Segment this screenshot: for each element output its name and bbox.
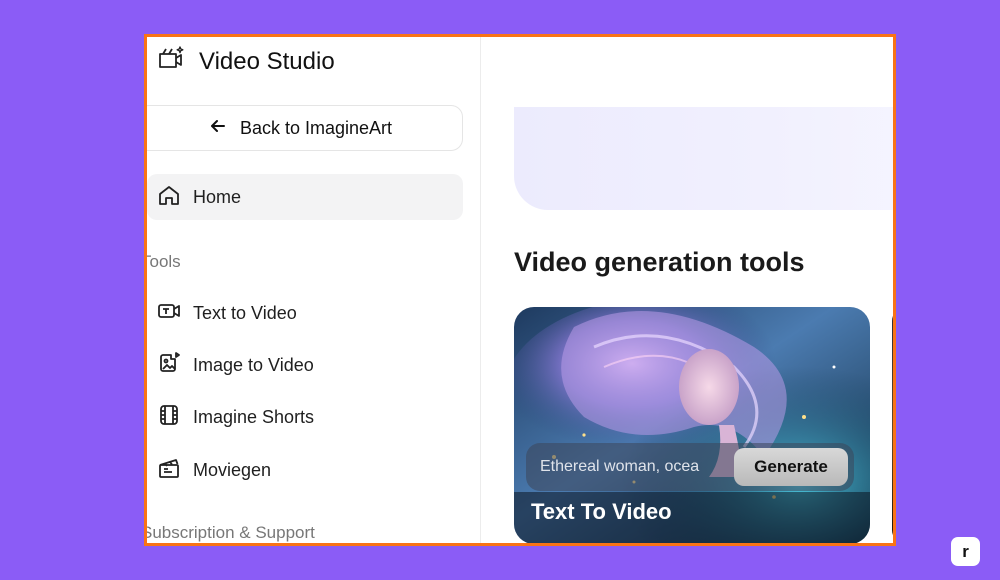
arrow-left-icon xyxy=(208,116,228,141)
video-sparkle-icon xyxy=(157,45,185,78)
subscription-support-heading: Subscription & Support xyxy=(144,523,315,542)
main-content: Video generation tools Ethereal woman, o… xyxy=(482,37,893,543)
tools-heading: Tools xyxy=(144,252,181,271)
hero-banner xyxy=(514,107,893,210)
sidebar-item-imagine-shorts[interactable]: Imagine Shorts xyxy=(147,394,463,440)
sidebar-item-label: Imagine Shorts xyxy=(193,406,315,427)
text-video-icon xyxy=(157,299,181,328)
sidebar: Video Studio Back to ImagineArt Home Too… xyxy=(147,37,481,543)
app-window: Video Studio Back to ImagineArt Home Too… xyxy=(144,34,896,546)
back-to-imagineart-button[interactable]: Back to ImagineArt xyxy=(147,105,463,151)
sidebar-item-image-to-video[interactable]: Image to Video xyxy=(147,342,463,388)
sidebar-item-label: Image to Video xyxy=(193,354,314,375)
generate-button[interactable]: Generate xyxy=(734,448,848,486)
app-header: Video Studio xyxy=(157,45,335,78)
clapperboard-icon xyxy=(157,456,181,485)
sidebar-item-label: Text to Video xyxy=(193,302,297,323)
prompt-input-container: Generate xyxy=(526,443,854,491)
section-title: Video generation tools xyxy=(514,247,805,277)
app-title: Video Studio xyxy=(199,47,335,75)
text-to-video-card[interactable]: Generate Text To Video xyxy=(514,307,870,543)
sidebar-item-label: Moviegen xyxy=(193,459,272,480)
sidebar-item-label: Home xyxy=(193,186,242,207)
prompt-input[interactable] xyxy=(540,458,730,476)
sidebar-item-text-to-video[interactable]: Text to Video xyxy=(147,290,463,336)
image-video-icon xyxy=(157,351,181,380)
home-icon xyxy=(157,183,181,212)
film-icon xyxy=(157,403,181,432)
back-button-label: Back to ImagineArt xyxy=(239,117,393,138)
next-tool-card[interactable] xyxy=(892,307,893,543)
sidebar-item-home[interactable]: Home xyxy=(147,174,463,220)
sidebar-item-moviegen[interactable]: Moviegen xyxy=(147,447,463,493)
card-title: Text To Video xyxy=(531,499,672,524)
corner-badge: r xyxy=(951,537,980,566)
